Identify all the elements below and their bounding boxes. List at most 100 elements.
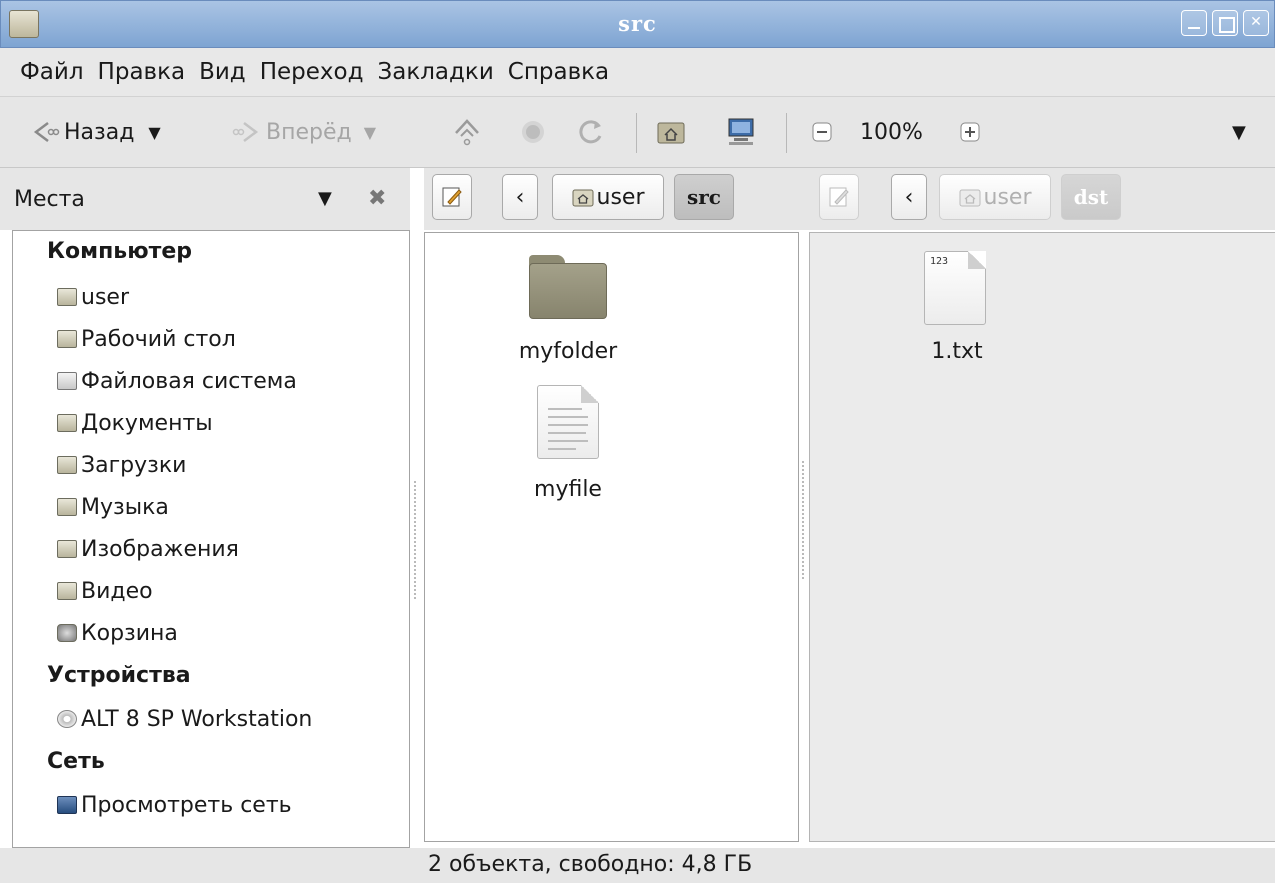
up-button[interactable] xyxy=(452,115,482,149)
crumb-label: dst xyxy=(1073,185,1109,209)
crumb-label: src xyxy=(687,185,721,209)
sidebar-item-label: Загрузки xyxy=(81,452,187,478)
chevron-left-icon: ‹ xyxy=(904,184,914,210)
music-folder-icon xyxy=(57,498,77,516)
minimize-button[interactable] xyxy=(1181,10,1207,36)
zoom-out-button[interactable] xyxy=(808,115,838,149)
stop-icon xyxy=(522,121,544,143)
reload-icon xyxy=(579,120,602,144)
sidebar-item-browse-network[interactable]: Просмотреть сеть xyxy=(57,789,292,821)
sidebar-item-optical-drive[interactable]: ALT 8 SP Workstation xyxy=(57,703,312,735)
src-location-edit-button[interactable] xyxy=(432,174,472,220)
crumb-label: user xyxy=(983,184,1032,210)
section-heading-computer: Компьютер xyxy=(47,239,192,264)
back-label: Назад xyxy=(64,119,135,145)
menu-file[interactable]: Файл xyxy=(20,59,84,85)
src-path-scroll-left-button[interactable]: ‹ xyxy=(502,174,538,220)
maximize-button[interactable] xyxy=(1212,10,1238,36)
sidebar-item-desktop[interactable]: Рабочий стол xyxy=(57,323,236,355)
stop-button[interactable] xyxy=(518,115,548,149)
sidebar-item-user[interactable]: user xyxy=(57,281,129,313)
places-selector-label[interactable]: Места xyxy=(14,187,85,212)
back-history-chevron-icon[interactable]: ▼ xyxy=(148,123,160,142)
src-file-pane[interactable]: myfolder myfile xyxy=(424,232,799,842)
filesystem-icon xyxy=(57,372,77,390)
pencil-edit-icon xyxy=(829,187,849,207)
sidebar-item-label: Рабочий стол xyxy=(81,326,236,352)
pencil-edit-icon xyxy=(442,187,462,207)
menu-view[interactable]: Вид xyxy=(199,59,246,85)
sidebar-item-label: Файловая система xyxy=(81,368,297,394)
src-path-bar: ‹ user src xyxy=(424,168,809,230)
text-file-icon xyxy=(537,385,599,459)
file-name: myfile xyxy=(534,477,602,502)
close-sidebar-icon[interactable]: ✖ xyxy=(368,186,386,211)
menu-go[interactable]: Переход xyxy=(260,59,364,85)
dst-file-pane[interactable]: 123 1.txt xyxy=(809,232,1275,842)
status-text: 2 объекта, свободно: 4,8 ГБ xyxy=(428,852,753,877)
menu-help[interactable]: Справка xyxy=(508,59,609,85)
file-name: 1.txt xyxy=(931,339,983,364)
home-folder-icon xyxy=(959,189,980,207)
videos-folder-icon xyxy=(57,582,77,600)
toolbar-separator xyxy=(636,113,637,153)
dst-crumb-user[interactable]: user xyxy=(939,174,1051,220)
sidebar-item-label: Изображения xyxy=(81,536,239,562)
sidebar-item-label: Музыка xyxy=(81,494,169,520)
forward-history-chevron-icon[interactable]: ▼ xyxy=(364,123,376,142)
sidebar-item-downloads[interactable]: Загрузки xyxy=(57,449,186,481)
dst-crumb-dst[interactable]: dst xyxy=(1061,174,1121,220)
src-crumb-user[interactable]: user xyxy=(552,174,664,220)
menu-bookmarks[interactable]: Закладки xyxy=(378,59,494,85)
sidebar-item-label: Документы xyxy=(81,410,213,436)
sidebar-item-music[interactable]: Музыка xyxy=(57,491,169,523)
zoom-out-icon xyxy=(812,122,832,142)
home-folder-icon xyxy=(57,288,77,306)
section-heading-devices: Устройства xyxy=(47,663,191,688)
places-dropdown-chevron-icon[interactable]: ▼ xyxy=(318,188,332,209)
up-arrow-icon xyxy=(455,119,479,146)
desktop-folder-icon xyxy=(57,330,77,348)
toolbar-separator xyxy=(786,113,787,153)
dst-location-edit-button[interactable] xyxy=(819,174,859,220)
zoom-in-button[interactable] xyxy=(956,115,986,149)
sidebar-item-label: user xyxy=(81,284,129,310)
forward-arrow-icon xyxy=(232,122,259,142)
text-file-icon: 123 xyxy=(924,251,986,325)
places-header: Места ▼ ✖ xyxy=(0,168,410,230)
toolbar-overflow-chevron-icon[interactable]: ▼ xyxy=(1232,115,1246,149)
computer-icon xyxy=(728,118,754,145)
zoom-in-icon xyxy=(960,122,980,142)
section-heading-network: Сеть xyxy=(47,749,105,774)
close-button[interactable]: ✕ xyxy=(1243,10,1269,36)
sidebar-item-videos[interactable]: Видео xyxy=(57,575,153,607)
window-title: src xyxy=(618,11,657,36)
sidebar-item-label: Просмотреть сеть xyxy=(81,792,292,818)
sidebar-item-filesystem[interactable]: Файловая система xyxy=(57,365,297,397)
back-button[interactable]: Назад ▼ xyxy=(30,115,161,149)
status-bar: 2 объекта, свободно: 4,8 ГБ xyxy=(0,848,1275,883)
sidebar-splitter-handle[interactable] xyxy=(413,480,417,600)
documents-folder-icon xyxy=(57,414,77,432)
dst-path-bar: ‹ user dst xyxy=(809,168,1275,230)
crumb-label: user xyxy=(596,184,645,210)
sidebar-item-documents[interactable]: Документы xyxy=(57,407,213,439)
forward-button[interactable]: Вперёд ▼ xyxy=(232,115,376,149)
menu-edit[interactable]: Правка xyxy=(98,59,186,85)
trash-icon xyxy=(57,624,77,642)
pane-splitter-handle[interactable] xyxy=(801,460,805,580)
home-folder-icon xyxy=(657,122,685,144)
home-button[interactable] xyxy=(656,115,686,149)
menu-bar: Файл Правка Вид Переход Закладки Справка xyxy=(0,48,1275,96)
dst-path-scroll-left-button[interactable]: ‹ xyxy=(891,174,927,220)
src-crumb-src[interactable]: src xyxy=(674,174,734,220)
sidebar-item-trash[interactable]: Корзина xyxy=(57,617,178,649)
sidebar-item-label: Корзина xyxy=(81,620,178,646)
computer-button[interactable] xyxy=(726,115,756,149)
reload-button[interactable] xyxy=(576,115,606,149)
sidebar-item-pictures[interactable]: Изображения xyxy=(57,533,239,565)
places-sidebar: Компьютер user Рабочий стол Файловая сис… xyxy=(12,230,410,848)
optical-disc-icon xyxy=(57,710,77,728)
pictures-folder-icon xyxy=(57,540,77,558)
window-titlebar[interactable]: src ✕ xyxy=(0,0,1275,48)
